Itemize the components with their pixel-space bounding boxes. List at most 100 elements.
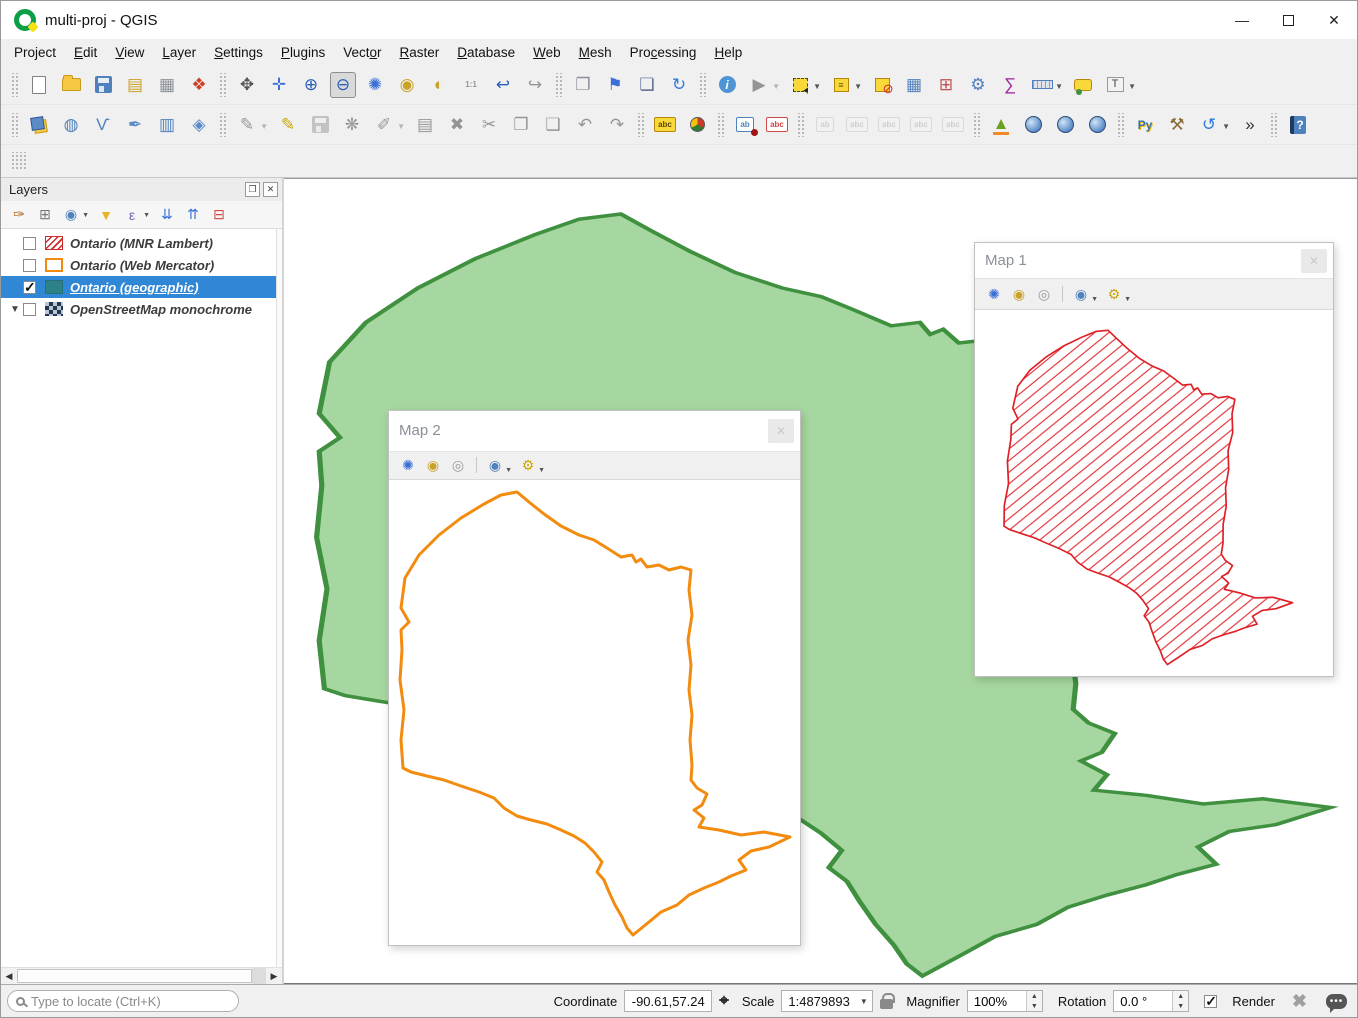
layer-item-4[interactable]: ▼OpenStreetMap monochrome xyxy=(1,298,282,320)
new-shapefile-layer-button[interactable]: Ѵ xyxy=(90,112,116,138)
remove-layer-button[interactable]: ⊟ xyxy=(207,204,231,226)
new-project-button[interactable] xyxy=(26,72,52,98)
layers-vertical-scrollbar[interactable] xyxy=(276,229,282,967)
magnifier-spinbox[interactable]: ▲▼ xyxy=(967,990,1043,1012)
spin-up-icon[interactable]: ▲ xyxy=(1173,991,1188,1001)
layer-item-2[interactable]: Ontario (Web Mercator) xyxy=(1,254,282,276)
select-features-button[interactable]: ▼ xyxy=(787,72,813,98)
new-spatial-bookmark-button[interactable]: ⚑ xyxy=(602,72,628,98)
menu-mesh[interactable]: Mesh xyxy=(570,42,621,63)
pan-to-selection-button[interactable]: ✛ xyxy=(266,72,292,98)
scroll-right-arrow-icon[interactable]: ▶ xyxy=(266,968,282,984)
show-layout-manager-button[interactable]: ▦ xyxy=(154,72,180,98)
processing-toolbox-button[interactable]: ⚙ xyxy=(965,72,991,98)
add-group-button[interactable]: ⊞ xyxy=(33,204,57,226)
menu-edit[interactable]: Edit xyxy=(65,42,106,63)
new-print-layout-button[interactable]: ▤ xyxy=(122,72,148,98)
scroll-left-arrow-icon[interactable]: ◀ xyxy=(1,968,17,984)
menu-web[interactable]: Web xyxy=(524,42,570,63)
new-virtual-layer-button[interactable]: ▥ xyxy=(154,112,180,138)
zoom-last-button[interactable]: ↩ xyxy=(490,72,516,98)
layer-labeling-button[interactable]: abc xyxy=(652,112,678,138)
toolbar-drag-handle[interactable] xyxy=(796,113,804,137)
panel-set-view-theme-button[interactable]: ◉▼ xyxy=(1070,284,1092,304)
magnifier-input[interactable] xyxy=(968,991,1026,1011)
layer-diagram-button[interactable] xyxy=(684,112,710,138)
toolbar-drag-handle[interactable] xyxy=(698,73,706,97)
zoom-to-layer-button[interactable]: ◐ xyxy=(426,72,452,98)
expand-all-button[interactable]: ⇊ xyxy=(155,204,179,226)
show-spatial-bookmarks-button[interactable]: ❏ xyxy=(634,72,660,98)
menu-raster[interactable]: Raster xyxy=(391,42,449,63)
measure-line-button[interactable]: ▼ xyxy=(1029,72,1055,98)
toolbar-drag-handle[interactable] xyxy=(636,113,644,137)
toggle-editing-button[interactable]: ✎ xyxy=(275,112,301,138)
panel-zoom-full-button[interactable]: ✺ xyxy=(397,455,419,475)
spin-up-icon[interactable]: ▲ xyxy=(1027,991,1042,1001)
plugin-hammer-button[interactable]: ⚒ xyxy=(1164,112,1190,138)
menu-layer[interactable]: Layer xyxy=(153,42,205,63)
menu-view[interactable]: View xyxy=(106,42,153,63)
new-geopackage-layer-button[interactable]: ✒ xyxy=(122,112,148,138)
layer-visibility-checkbox[interactable] xyxy=(23,281,36,294)
zoom-full-button[interactable]: ✺ xyxy=(362,72,388,98)
change-label-button[interactable]: abc xyxy=(764,112,790,138)
layers-panel-float-button[interactable]: ❐ xyxy=(245,182,260,197)
menu-processing[interactable]: Processing xyxy=(621,42,706,63)
map2-canvas[interactable] xyxy=(389,480,800,945)
rotation-spinbox[interactable]: ▲▼ xyxy=(1113,990,1189,1012)
map1-canvas[interactable] xyxy=(975,310,1333,676)
crs-status-button[interactable]: ✖ xyxy=(1292,991,1307,1012)
layer-item-3[interactable]: Ontario (geographic) xyxy=(1,276,282,298)
toolbar-drag-handle[interactable] xyxy=(10,152,28,170)
toolbar-drag-handle[interactable] xyxy=(1269,113,1277,137)
open-project-button[interactable] xyxy=(58,72,84,98)
layers-panel-close-button[interactable]: ✕ xyxy=(263,182,278,197)
render-checkbox[interactable] xyxy=(1204,995,1217,1008)
identify-features-button[interactable]: i xyxy=(714,72,740,98)
map1-close-button[interactable]: ✕ xyxy=(1301,249,1327,273)
refresh-button[interactable]: ↻ xyxy=(666,72,692,98)
select-features-by-value-button[interactable]: ≡▼ xyxy=(828,72,854,98)
layer-visibility-checkbox[interactable] xyxy=(23,237,36,250)
menu-project[interactable]: Project xyxy=(5,42,65,63)
toolbar-drag-handle[interactable] xyxy=(1116,113,1124,137)
locator-search[interactable] xyxy=(7,990,239,1012)
scrollbar-thumb[interactable] xyxy=(17,969,252,983)
layers-horizontal-scrollbar[interactable]: ◀ ▶ xyxy=(1,967,282,984)
scale-combobox[interactable]: 1:4879893 ▼ xyxy=(781,990,873,1012)
deselect-features-button[interactable] xyxy=(869,72,895,98)
toolbar-drag-handle[interactable] xyxy=(972,113,980,137)
toolbar-overflow-button[interactable]: » xyxy=(1237,112,1263,138)
layer-visibility-checkbox[interactable] xyxy=(23,303,36,316)
open-layer-styling-button[interactable]: ✑ xyxy=(7,204,31,226)
lock-scale-icon[interactable] xyxy=(880,999,893,1009)
pin-labels-button[interactable]: ab xyxy=(732,112,758,138)
minimize-button[interactable]: — xyxy=(1219,1,1265,39)
toolbar-drag-handle[interactable] xyxy=(10,73,18,97)
web-globe-download-button[interactable] xyxy=(1020,112,1046,138)
add-vector-layer-button[interactable]: ◍ xyxy=(58,112,84,138)
messages-button[interactable]: ••• xyxy=(1326,994,1347,1009)
panel-view-settings-button[interactable]: ⚙▼ xyxy=(1103,284,1125,304)
panel-zoom-to-selection-button[interactable]: ◉ xyxy=(1008,284,1030,304)
toolbar-drag-handle[interactable] xyxy=(218,73,226,97)
toolbar-drag-handle[interactable] xyxy=(218,113,226,137)
layer-visibility-checkbox[interactable] xyxy=(23,259,36,272)
spin-down-icon[interactable]: ▼ xyxy=(1027,1001,1042,1011)
maximize-button[interactable] xyxy=(1265,1,1311,39)
geometry-checker-button[interactable]: ▲ xyxy=(988,112,1014,138)
locator-input[interactable] xyxy=(31,994,230,1009)
plugin-reloader-button[interactable]: ↺▼ xyxy=(1196,112,1222,138)
filter-by-expression-button[interactable]: ε▼ xyxy=(120,204,144,226)
field-calculator-button[interactable]: ⊞ xyxy=(933,72,959,98)
style-manager-button[interactable]: ❖ xyxy=(186,72,212,98)
python-console-button[interactable]: Py xyxy=(1132,112,1158,138)
new-temporary-scratch-layer-button[interactable]: ◈ xyxy=(186,112,212,138)
toolbar-drag-handle[interactable] xyxy=(716,113,724,137)
statistics-summary-button[interactable]: ∑ xyxy=(997,72,1023,98)
collapse-all-button[interactable]: ⇈ xyxy=(181,204,205,226)
panel-zoom-to-layer-button[interactable]: ◎ xyxy=(1033,284,1055,304)
map2-close-button[interactable]: ✕ xyxy=(768,419,794,443)
toolbar-drag-handle[interactable] xyxy=(554,73,562,97)
